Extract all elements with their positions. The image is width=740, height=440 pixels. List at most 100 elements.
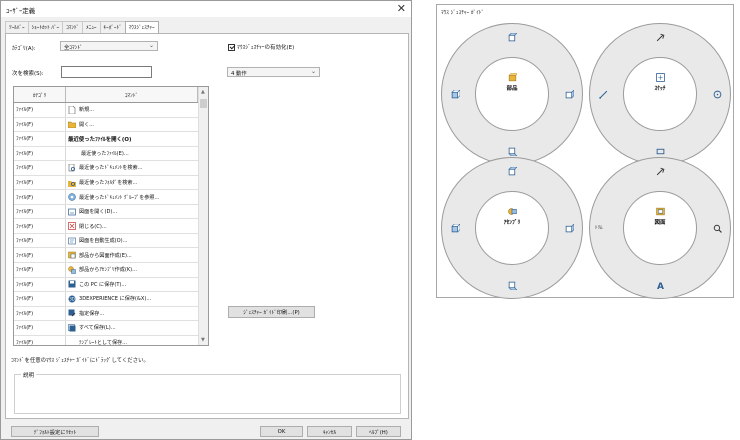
wheel-center-label: 図面 <box>654 220 666 226</box>
table-row[interactable]: ﾌｧｲﾙ(F) 最近使ったﾌｧｲﾙ(E)... <box>14 146 208 162</box>
row-command[interactable]: 最近使ったﾄﾞｷｭﾒﾝﾄ ｸﾞﾙｰﾌﾟを参照... <box>66 190 196 204</box>
category-label: ｶﾃｺﾞﾘ(A): <box>12 46 36 52</box>
window-title: ﾕｰｻﾞｰ定義 <box>6 7 36 15</box>
view-bottom-icon[interactable] <box>506 145 518 157</box>
row-command[interactable]: 最近使ったﾌｫﾙﾀﾞを検索... <box>66 176 196 190</box>
view-right-icon[interactable] <box>563 88 575 100</box>
row-command-label: すべて保存(L)... <box>79 325 116 332</box>
table-row[interactable]: ﾌｧｲﾙ(F) 開く... <box>14 117 208 133</box>
table-row[interactable]: ﾌｧｲﾙ(F) 部品からｱｾﾝﾌﾞﾘ作成(K)... <box>14 263 208 278</box>
table-row[interactable]: ﾌｧｲﾙ(F) 指定保存... <box>14 306 208 322</box>
table-row[interactable]: ﾌｧｲﾙ(F) 新規... <box>14 103 208 118</box>
table-row[interactable]: ﾌｧｲﾙ(F) 図面を開く(D)... <box>14 204 208 220</box>
view-right-icon[interactable] <box>563 222 575 234</box>
tab-keyboard[interactable]: ｷｰﾎﾞｰﾄﾞ <box>99 21 126 33</box>
row-command[interactable]: 最近使ったﾌｧｲﾙを開く(O) <box>66 132 196 146</box>
view-top-icon[interactable] <box>506 31 518 43</box>
rectangle-icon[interactable] <box>654 145 666 157</box>
row-command[interactable]: 最近使ったﾄﾞｷｭﾒﾝﾄを検索... <box>66 161 196 175</box>
tab-shortcut-bars[interactable]: ｼｮｰﾄｶｯﾄ ﾊﾞｰ <box>27 21 64 33</box>
row-command-label: 部品から図面作成(E)... <box>79 252 132 259</box>
wheel-left-text[interactable]: ﾄﾘﾑ <box>595 224 603 231</box>
enable-gestures-checkbox[interactable]: ﾏｳｽｼﾞｪｽﾁｬｰの有効化(E) <box>228 43 294 51</box>
zoom-icon[interactable] <box>711 222 723 234</box>
column-header-category[interactable]: ｶﾃｺﾞﾘ <box>14 87 66 102</box>
gesture-wheel[interactable]: ｽｹｯﾁ <box>589 23 731 165</box>
row-category: ﾌｧｲﾙ(F) <box>14 175 66 190</box>
tab-commands[interactable]: ｺﾏﾝﾄﾞ <box>62 21 84 33</box>
tab-toolbars[interactable]: ﾂｰﾙﾊﾞｰ <box>5 21 29 33</box>
table-row[interactable]: ﾌｧｲﾙ(F) 部品から図面作成(E)... <box>14 248 208 264</box>
view-bottom-icon[interactable] <box>506 279 518 291</box>
tab-menus[interactable]: ﾒﾆｭｰ <box>82 21 101 33</box>
scroll-down-icon[interactable]: ▼ <box>201 337 205 343</box>
wheel-inner-circle <box>623 191 697 265</box>
gesture-wheel[interactable]: 部品 <box>441 23 583 165</box>
row-command-label: 3DEXPERIENCE に保存(&X)... <box>79 296 152 303</box>
row-command[interactable]: 部品から図面作成(E)... <box>66 248 196 262</box>
view-front-icon[interactable] <box>449 222 461 234</box>
row-command[interactable]: すべて保存(L)... <box>66 321 196 335</box>
gesture-wheel[interactable]: 図面 A ﾄﾘﾑ <box>589 157 731 299</box>
close-icon[interactable]: ✕ <box>397 2 406 15</box>
table-row[interactable]: ﾌｧｲﾙ(F) この PC に保存(T)... <box>14 277 208 293</box>
row-command[interactable]: 指定保存... <box>66 307 196 321</box>
row-command[interactable]: 部品からｱｾﾝﾌﾞﾘ作成(K)... <box>66 263 196 277</box>
row-command[interactable]: 閉じる(C)... <box>66 219 196 233</box>
row-category: ﾌｧｲﾙ(F) <box>14 233 66 248</box>
row-command[interactable]: 図面を開く(D)... <box>66 205 196 219</box>
row-command-label: 開く... <box>79 121 95 128</box>
save-3dx-icon: 3D <box>68 295 76 303</box>
scroll-up-icon[interactable]: ▲ <box>201 89 205 95</box>
smart-dimension-icon[interactable] <box>654 165 666 177</box>
row-command[interactable]: 開く... <box>66 118 196 132</box>
table-scrollbar[interactable]: ▲ ▼ <box>198 87 208 345</box>
table-row[interactable]: ﾌｧｲﾙ(F) 3D 3DEXPERIENCE に保存(&X)... <box>14 292 208 307</box>
chevron-down-icon: ⌄ <box>148 42 154 49</box>
tab-strip: ﾂｰﾙﾊﾞｰ ｼｮｰﾄｶｯﾄ ﾊﾞｰ ｺﾏﾝﾄﾞ ﾒﾆｭｰ ｷｰﾎﾞｰﾄﾞ ﾏｳ… <box>5 21 159 34</box>
row-command[interactable]: ﾃﾝﾌﾟﾚｰﾄとして保存... <box>66 336 196 345</box>
row-category: ﾌｧｲﾙ(F) <box>14 117 66 132</box>
row-command[interactable]: 図面を自動生成(O)... <box>66 234 196 248</box>
ok-button[interactable]: OK <box>260 426 303 437</box>
view-front-icon[interactable] <box>449 88 461 100</box>
category-select[interactable]: 全ｺﾏﾝﾄﾞ ⌄ <box>60 41 158 51</box>
table-row[interactable]: ﾌｧｲﾙ(F) ﾃﾝﾌﾟﾚｰﾄとして保存... <box>14 335 208 345</box>
customize-dialog: ﾕｰｻﾞｰ定義 ✕ ﾂｰﾙﾊﾞｰ ｼｮｰﾄｶｯﾄ ﾊﾞｰ ｺﾏﾝﾄﾞ ﾒﾆｭｰ … <box>0 0 412 440</box>
gesture-guide-panel: ﾏｳｽ ｼﾞｪｽﾁｬｰ ｶﾞｲﾄﾞ 部品 ｽｹｯﾁ ｱｾﾝﾌﾞﾘ 図面 A ﾄﾘﾑ <box>436 4 734 299</box>
row-command[interactable]: 新規... <box>66 103 196 117</box>
assembly-icon <box>507 208 517 215</box>
column-header-command[interactable]: ｺﾏﾝﾄﾞ <box>66 87 198 102</box>
scroll-thumb[interactable] <box>200 99 207 108</box>
table-row[interactable]: ﾌｧｲﾙ(F) 最近使ったﾄﾞｷｭﾒﾝﾄを検索... <box>14 161 208 176</box>
row-category: ﾌｧｲﾙ(F) <box>14 219 66 233</box>
table-row[interactable]: ﾌｧｲﾙ(F) 最近使ったﾌｫﾙﾀﾞを検索... <box>14 175 208 191</box>
help-button[interactable]: ﾍﾙﾌﾟ(H) <box>356 426 401 437</box>
gesture-wheel[interactable]: ｱｾﾝﾌﾞﾘ <box>441 157 583 299</box>
line-icon[interactable] <box>597 88 609 100</box>
row-category: ﾌｧｲﾙ(F) <box>14 204 66 219</box>
row-command[interactable]: 最近使ったﾌｧｲﾙ(E)... <box>66 147 196 161</box>
print-gesture-guide-button[interactable]: ｼﾞｪｽﾁｬｰ ｶﾞｲﾄﾞ印刷...(P) <box>228 306 315 318</box>
smart-dimension-icon[interactable] <box>654 31 666 43</box>
wheel-center: ｱｾﾝﾌﾞﾘ <box>487 207 537 226</box>
part-to-assembly-icon <box>68 266 76 274</box>
cancel-button[interactable]: ｷｬﾝｾﾙ <box>307 426 352 437</box>
table-row[interactable]: ﾌｧｲﾙ(F) すべて保存(L)... <box>14 321 208 336</box>
circle-icon[interactable] <box>711 88 723 100</box>
table-row[interactable]: ﾌｧｲﾙ(F) 閉じる(C)... <box>14 219 208 234</box>
row-category: ﾌｧｲﾙ(F) <box>14 321 66 335</box>
table-row[interactable]: ﾌｧｲﾙ(F) 最近使ったﾄﾞｷｭﾒﾝﾄ ｸﾞﾙｰﾌﾟを参照... <box>14 190 208 205</box>
row-command-label: 部品からｱｾﾝﾌﾞﾘ作成(K)... <box>79 267 138 274</box>
row-category: ﾌｧｲﾙ(F) <box>14 161 66 175</box>
search-input[interactable] <box>61 66 152 78</box>
row-category: ﾌｧｲﾙ(F) <box>14 132 66 146</box>
table-row[interactable]: ﾌｧｲﾙ(F) 図面を自動生成(O)... <box>14 233 208 249</box>
row-command[interactable]: この PC に保存(T)... <box>66 278 196 292</box>
view-top-icon[interactable] <box>506 165 518 177</box>
note-icon[interactable]: A <box>654 279 666 291</box>
row-command[interactable]: 3D 3DEXPERIENCE に保存(&X)... <box>66 292 196 306</box>
gesture-count-select[interactable]: 4 動作 ⌄ <box>227 67 320 77</box>
table-row[interactable]: ﾌｧｲﾙ(F) 最近使ったﾌｧｲﾙを開く(O) <box>14 132 208 147</box>
reset-defaults-button[interactable]: ﾃﾞﾌｫﾙﾄ設定にﾘｾｯﾄ <box>11 426 99 437</box>
